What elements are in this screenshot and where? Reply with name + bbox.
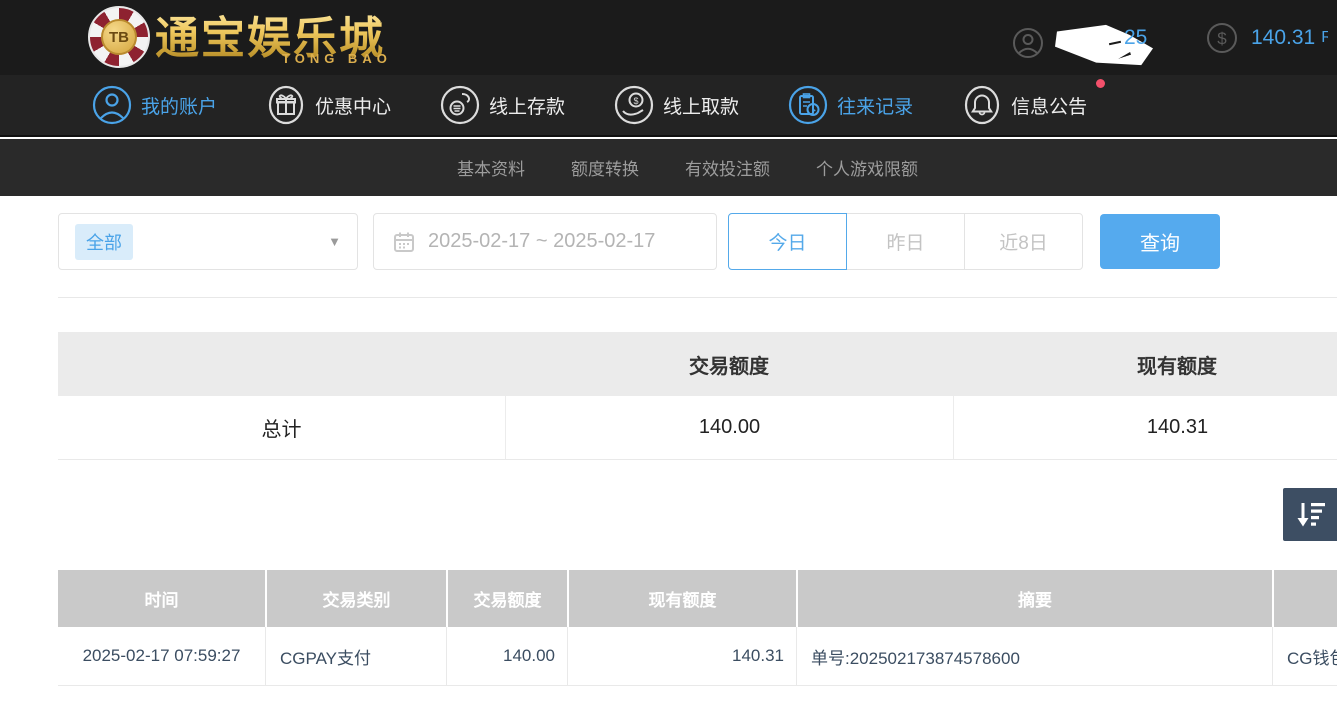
records-header-row: 时间 交易类别 交易额度 现有额度 摘要 备注 [58,570,1337,627]
pen-mark [1109,41,1121,45]
balance-amount: 140.31 [1251,26,1315,50]
record-amount: 140.00 [446,627,567,686]
page: TB 通宝娱乐城 TONG BAO 25 $ 140.31 [0,0,1337,707]
nav-label: 线上取款 [663,92,739,119]
subnav-item-valid-bets[interactable]: 有效投注额 [685,155,770,180]
records-header-amount: 交易额度 [446,570,567,627]
query-button[interactable]: 查询 [1100,214,1220,269]
user-icon [1012,27,1044,59]
nav-item-promotions[interactable]: 优惠中心 [266,85,391,125]
record-time: 2025-02-17 07:59:27 [58,627,265,686]
records-icon [788,85,828,125]
dollar-icon: $ [1206,22,1238,54]
balance-unit-clipped: R [1321,29,1328,47]
account-icon [92,85,132,125]
nav-label: 信息公告 [1011,92,1087,119]
svg-text:$: $ [1217,29,1227,48]
nav-label: 往来记录 [837,92,913,119]
records-header-balance: 现有额度 [567,570,796,627]
sort-descending-icon [1294,499,1328,531]
summary-header-current-balance: 现有额度 [953,332,1337,396]
username-redacted: 25 [1052,22,1180,64]
nav-label: 我的账户 [141,92,217,119]
main-nav: 我的账户 优惠中心 线上存款 [0,75,1337,137]
bell-icon [962,85,1002,125]
yesterday-button[interactable]: 昨日 [846,213,965,270]
record-type: CGPAY支付 [265,627,446,686]
chip-logo-monogram: TB [101,19,137,55]
record-remark: CG钱包 [1272,627,1337,686]
date-range-input[interactable]: 2025-02-17 ~ 2025-02-17 [373,213,717,270]
nav-label: 优惠中心 [315,92,391,119]
record-balance: 140.31 [567,627,796,686]
notification-dot [1096,79,1105,88]
table-row: 2025-02-17 07:59:27 CGPAY支付 140.00 140.3… [58,627,1337,686]
section-divider [58,297,1337,298]
site-subtitle: TONG BAO [282,51,392,66]
withdraw-icon: $ [614,85,654,125]
records-header-remark: 备注 [1272,570,1337,627]
user-account-area[interactable]: 25 [1012,22,1180,64]
subnav-item-game-limits[interactable]: 个人游戏限额 [816,155,918,180]
deposit-icon [440,85,480,125]
nav-item-transaction-records[interactable]: 往来记录 [788,85,913,125]
subnav-item-credit-transfer[interactable]: 额度转换 [571,155,639,180]
sort-descending-button[interactable] [1283,488,1337,541]
gift-icon [266,85,306,125]
today-button[interactable]: 今日 [728,213,847,270]
nav-item-online-deposit[interactable]: 线上存款 [440,85,565,125]
summary-table: 交易额度 现有额度 总计 140.00 140.31 [58,332,1337,460]
records-header-summary: 摘要 [796,570,1272,627]
sub-nav: 基本资料 额度转换 有效投注额 个人游戏限额 [0,139,1337,196]
nav-item-my-account[interactable]: 我的账户 [92,85,217,125]
last-8-days-button[interactable]: 近8日 [964,213,1083,270]
nav-item-online-withdrawal[interactable]: $ 线上取款 [614,85,739,125]
top-header: TB 通宝娱乐城 TONG BAO 25 $ 140.31 [0,0,1337,75]
balance-area[interactable]: $ 140.31 R [1206,22,1328,54]
calendar-icon [392,230,416,254]
summary-total-label: 总计 [58,396,505,460]
svg-text:$: $ [634,96,639,106]
record-summary: 单号:202502173874578600 [796,627,1272,686]
quick-date-button-group: 今日 昨日 近8日 [728,213,1083,270]
summary-total-current-balance: 140.31 [953,396,1337,460]
nav-label: 线上存款 [489,92,565,119]
summary-header-transaction-amount: 交易额度 [505,332,953,396]
records-header-type: 交易类别 [265,570,446,627]
summary-total-row: 总计 140.00 140.31 [58,396,1337,460]
nav-item-announcements[interactable]: 信息公告 [962,85,1087,125]
records-header-time: 时间 [58,570,265,627]
pen-mark [1117,52,1131,59]
transaction-type-dropdown[interactable]: 全部 ▼ [58,213,358,270]
casino-chip-logo: TB [88,6,150,68]
summary-header-row: 交易额度 现有额度 [58,332,1337,396]
chevron-down-icon: ▼ [328,234,341,249]
username-visible-suffix: 25 [1124,26,1147,50]
summary-total-transaction-amount: 140.00 [505,396,953,460]
subnav-item-basic-info[interactable]: 基本资料 [457,155,525,180]
summary-header-empty [58,332,505,396]
dropdown-selected-chip: 全部 [75,224,133,260]
records-table: 时间 交易类别 交易额度 现有额度 摘要 备注 2025-02-17 07:59… [58,570,1337,686]
date-range-value: 2025-02-17 ~ 2025-02-17 [428,230,655,253]
